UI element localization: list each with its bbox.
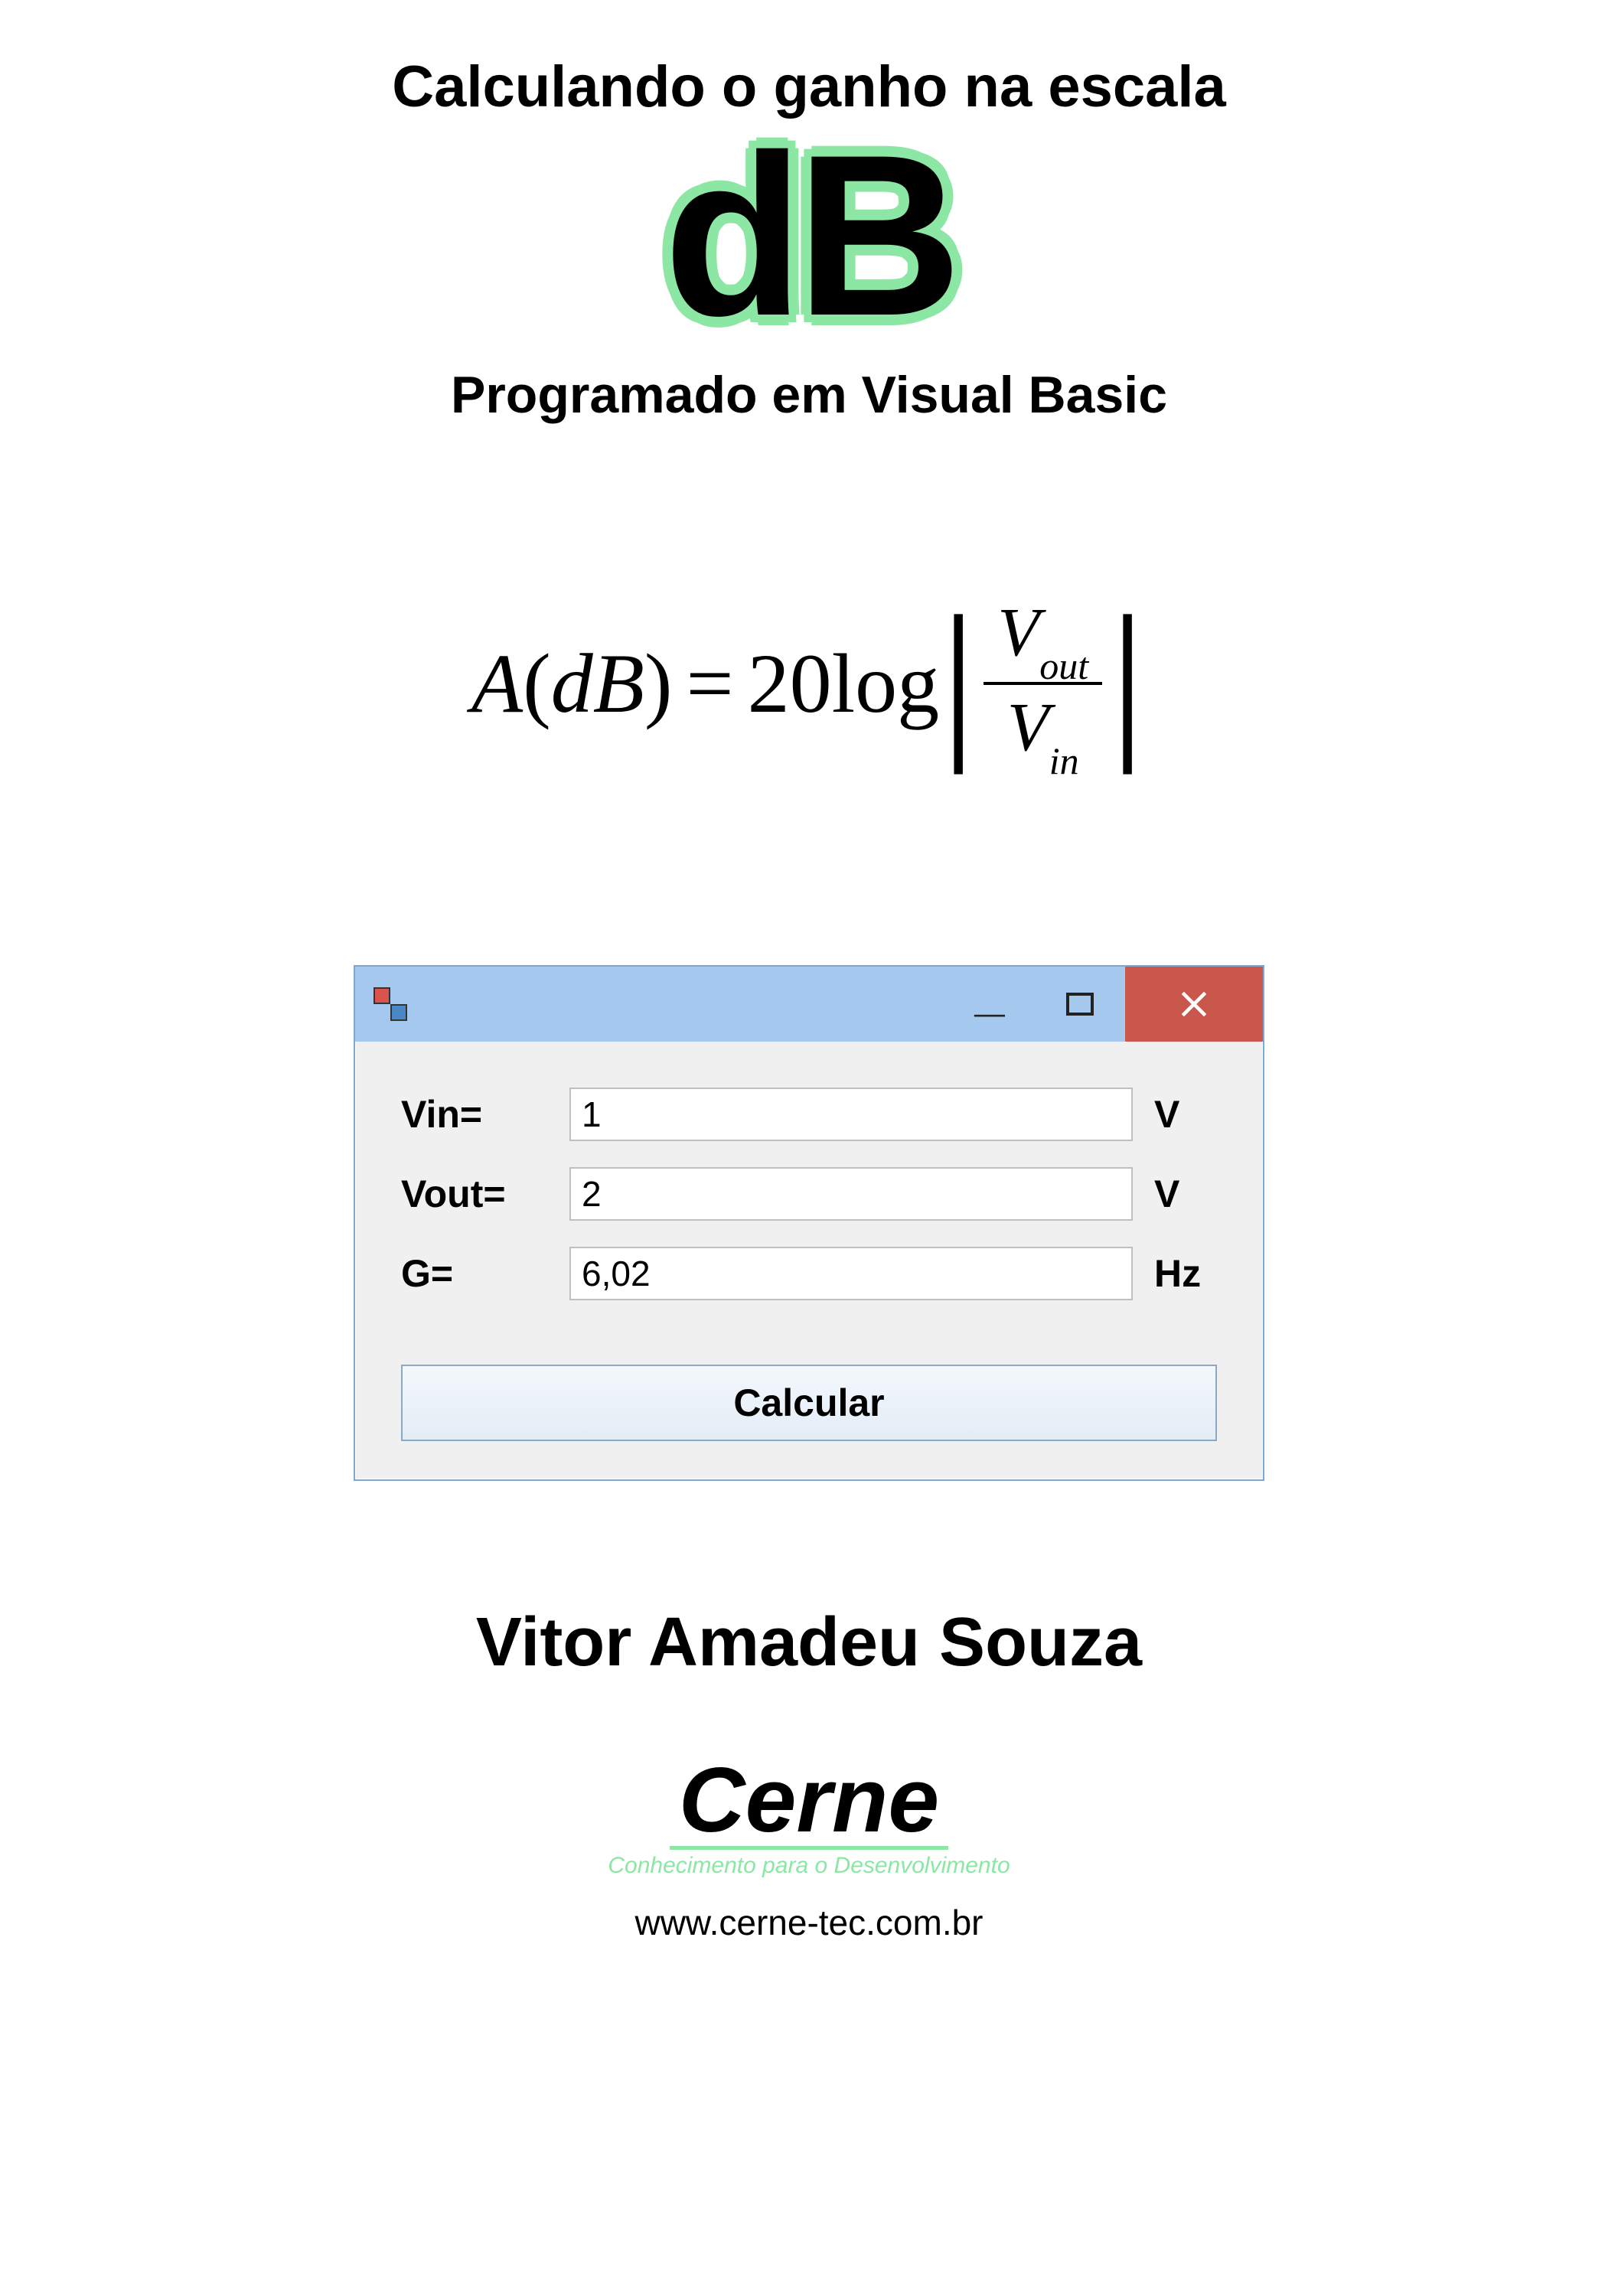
formula-lhs-var: A (471, 635, 523, 732)
author-name: Vitor Amadeu Souza (476, 1603, 1142, 1682)
window-titlebar[interactable]: _ (355, 967, 1263, 1042)
formula-num-sub: out (1039, 644, 1088, 687)
vout-input[interactable] (569, 1167, 1133, 1221)
formula-func: log (832, 635, 940, 732)
calculate-button[interactable]: Calcular (401, 1365, 1217, 1441)
formula-coeff: 20 (748, 635, 832, 732)
page-subtitle: Programado em Visual Basic (451, 365, 1167, 425)
company-url: www.cerne-tec.com.br (634, 1902, 983, 1943)
company-logo: Cerne Conhecimento para o Desenvolviment… (608, 1759, 1010, 1879)
formula-num-var: V (997, 595, 1039, 670)
vin-unit: V (1133, 1092, 1217, 1137)
g-unit: Hz (1133, 1251, 1217, 1296)
db-logo: dB (664, 120, 954, 350)
input-row-g: G= Hz (401, 1247, 1217, 1300)
formula-den-var: V (1007, 690, 1049, 765)
company-name: Cerne (670, 1759, 948, 1850)
vin-label: Vin= (401, 1092, 569, 1137)
app-icon (374, 987, 407, 1021)
company-tagline: Conhecimento para o Desenvolvimento (608, 1853, 1010, 1879)
g-input[interactable] (569, 1247, 1133, 1300)
close-button[interactable] (1125, 967, 1263, 1042)
formula-lhs-unit: dB (551, 635, 644, 732)
input-row-vout: Vout= V (401, 1167, 1217, 1221)
formula-den-sub: in (1049, 739, 1079, 782)
input-row-vin: Vin= V (401, 1088, 1217, 1141)
maximize-button[interactable] (1035, 967, 1125, 1042)
gain-formula: A(dB) = 20log | Vout Vin | (471, 593, 1147, 774)
vout-unit: V (1133, 1172, 1217, 1216)
g-label: G= (401, 1251, 569, 1296)
vin-input[interactable] (569, 1088, 1133, 1141)
close-icon (1177, 987, 1211, 1021)
vout-label: Vout= (401, 1172, 569, 1216)
app-window: _ Vin= V Vout= V G= Hz (354, 965, 1264, 1481)
minimize-button[interactable]: _ (944, 967, 1035, 1042)
